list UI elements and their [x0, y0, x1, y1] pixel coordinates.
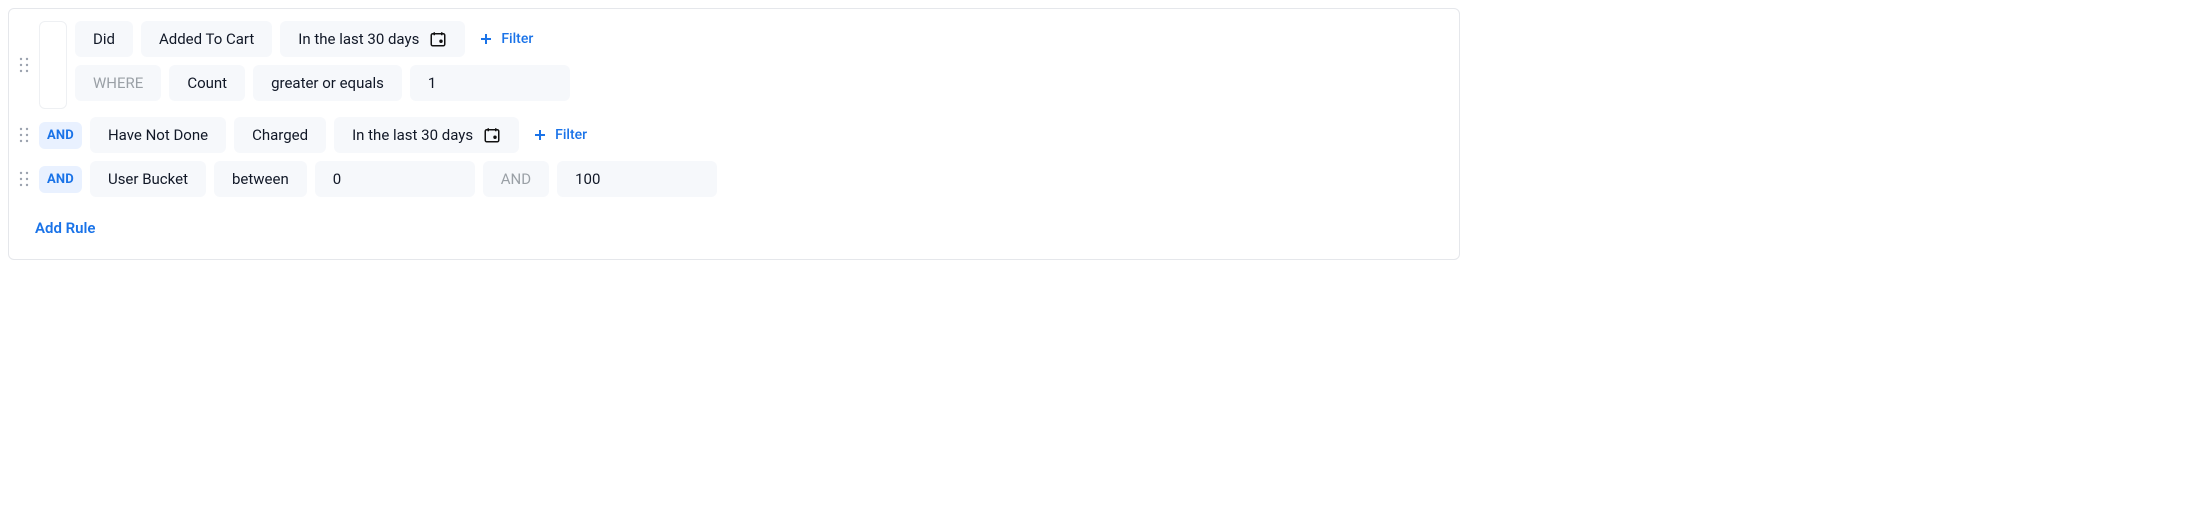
rule-2-timeframe-label: In the last 30 days	[352, 126, 473, 144]
rule-1: Did Added To Cart In the last 30 days Fi…	[17, 21, 1447, 109]
rule-1-add-filter[interactable]: Filter	[479, 31, 533, 47]
rule-1-timeframe[interactable]: In the last 30 days	[280, 21, 465, 57]
add-rule-button[interactable]: Add Rule	[17, 209, 114, 247]
rule-2-add-filter[interactable]: Filter	[533, 127, 587, 143]
rule-1-where: WHERE Count greater or equals 1	[75, 65, 570, 101]
drag-handle-icon[interactable]	[17, 56, 31, 74]
rule-1-handle-area	[17, 21, 67, 109]
rule-2-filter-label: Filter	[555, 127, 587, 143]
rule-3-property[interactable]: User Bucket	[90, 161, 206, 197]
rule-1-event[interactable]: Added To Cart	[141, 21, 272, 57]
drag-handle-icon[interactable]	[17, 126, 31, 144]
plus-icon	[479, 32, 493, 46]
rule-3-between-conj: AND	[483, 161, 549, 197]
rule-1-main: Did Added To Cart In the last 30 days Fi…	[75, 21, 570, 57]
calendar-icon	[429, 30, 447, 48]
rule-1-timeframe-label: In the last 30 days	[298, 30, 419, 48]
rule-2-timeframe[interactable]: In the last 30 days	[334, 117, 519, 153]
where-value[interactable]: 1	[410, 65, 570, 101]
rule-3-from-value[interactable]: 0	[315, 161, 475, 197]
rule-3-to-value[interactable]: 100	[557, 161, 717, 197]
rule-3-and-operator[interactable]: AND	[39, 166, 82, 193]
rule-1-group-indicator	[39, 21, 67, 109]
rules-panel: Did Added To Cart In the last 30 days Fi…	[8, 8, 1460, 260]
rule-3-comparator[interactable]: between	[214, 161, 307, 197]
rule-2: AND Have Not Done Charged In the last 30…	[17, 117, 1447, 153]
rule-1-filter-label: Filter	[501, 31, 533, 47]
rule-2-verb[interactable]: Have Not Done	[90, 117, 226, 153]
where-comparator[interactable]: greater or equals	[253, 65, 402, 101]
plus-icon	[533, 128, 547, 142]
drag-handle-icon[interactable]	[17, 170, 31, 188]
rule-2-event[interactable]: Charged	[234, 117, 326, 153]
where-keyword: WHERE	[75, 65, 161, 101]
rule-3: AND User Bucket between 0 AND 100	[17, 161, 1447, 197]
rule-1-verb[interactable]: Did	[75, 21, 133, 57]
rule-2-and-operator[interactable]: AND	[39, 122, 82, 149]
where-metric[interactable]: Count	[169, 65, 245, 101]
calendar-icon	[483, 126, 501, 144]
